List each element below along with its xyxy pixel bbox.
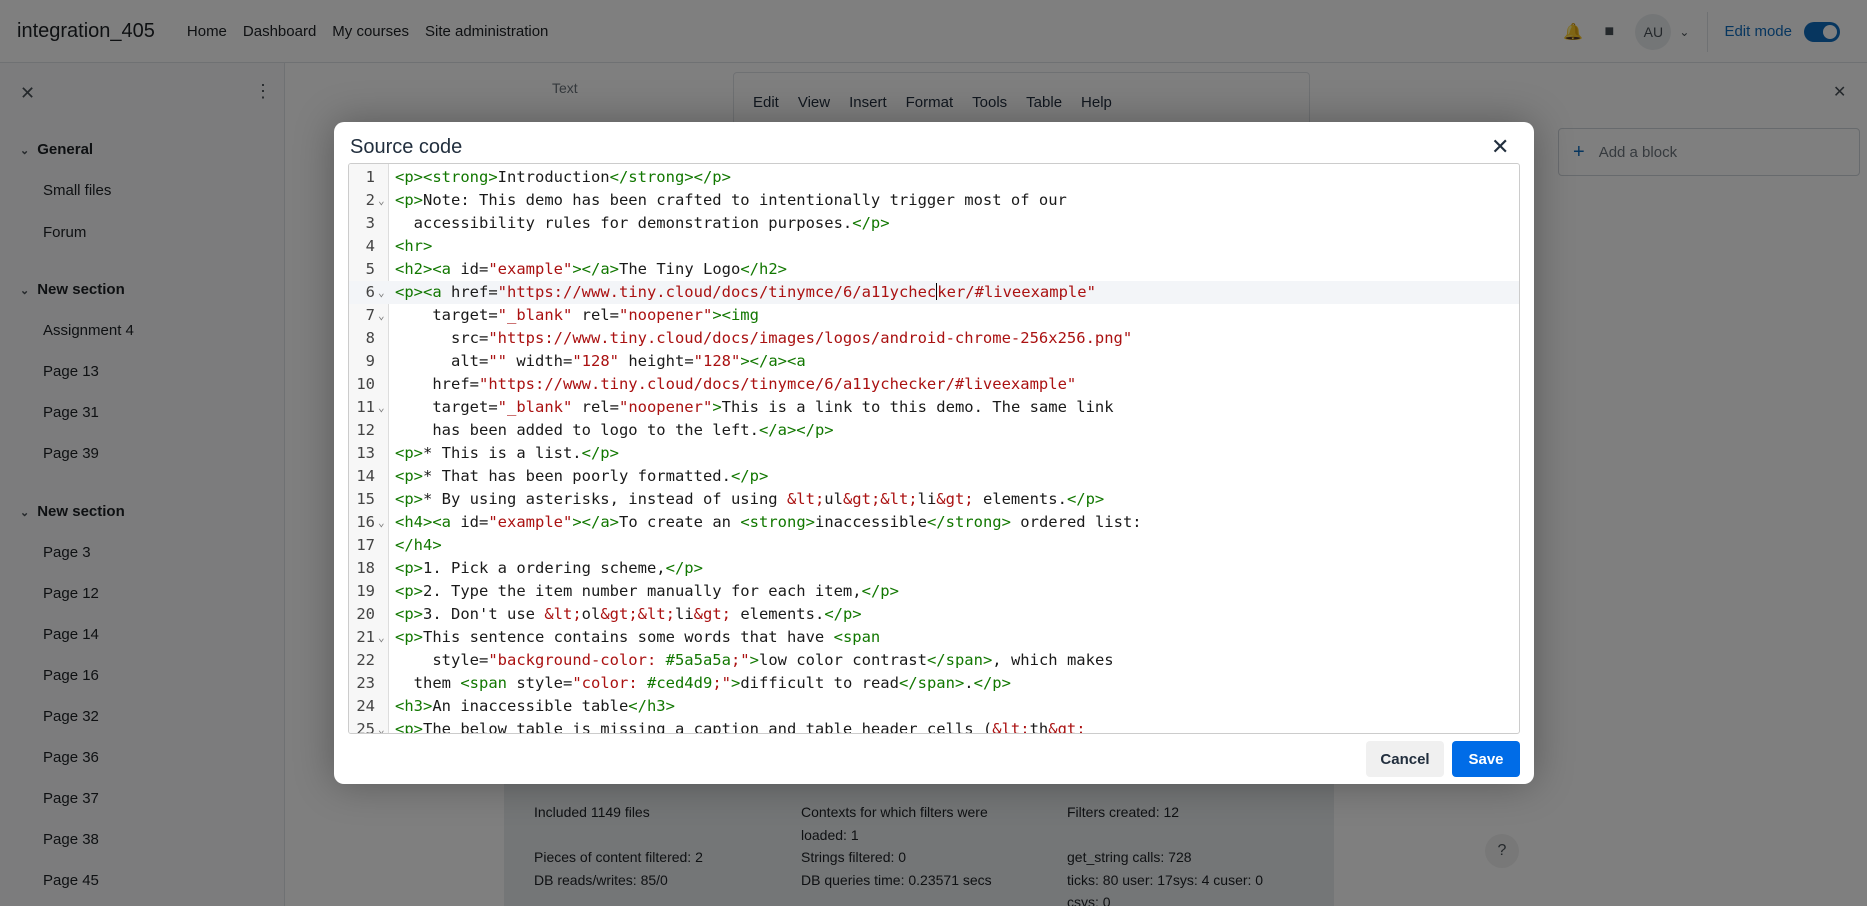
code-line: 4 <hr> <box>365 237 433 255</box>
code-line: 5 <h2><a id="example"></a>The Tiny Logo</… <box>365 260 787 278</box>
fold-arrow-icon: ⌄ <box>378 516 385 529</box>
code-line-active: 6 ⌄ <p><a href="https://www.tiny.cloud/doc… <box>349 281 1519 304</box>
code-line: 1 <p><strong>Introduction</strong></p> <box>365 168 731 186</box>
code-line: 3 accessibility rules for demonstration … <box>365 214 890 232</box>
dialog-title: Source code <box>350 136 463 158</box>
fold-arrow-icon: ⌄ <box>378 401 385 414</box>
code-line: 21 ⌄ <p>This sentence contains some words … <box>349 626 1519 649</box>
code-line: 23 them <span style="color: #ced4d9;">di… <box>356 674 1011 692</box>
code-line: 12 has been added to logo to the left.</… <box>356 421 834 439</box>
code-line: 13 <p>* This is a list.</p> <box>356 444 619 462</box>
code-line: 18 <p>1. Pick a ordering scheme,</p> <box>356 559 703 577</box>
source-code-editor[interactable]: 1 <p><strong>Introduction</strong></p> 2 ⌄… <box>348 163 1520 734</box>
code-line: 17 </h4> <box>356 536 442 554</box>
code-line: 14 <p>* That has been poorly formatted.</… <box>356 467 769 485</box>
fold-arrow-icon: ⌄ <box>378 309 385 322</box>
code-line: 10 href="https://www.tiny.cloud/docs/tin… <box>356 375 1077 393</box>
code-line: 19 <p>2. Type the item number manually fo… <box>356 582 899 600</box>
code-line: 25 ⌄ <p>The below table is missing a capti… <box>349 718 1519 734</box>
code-line: 16 ⌄ <h4><a id="example"></a>To create an … <box>349 511 1519 534</box>
code-line: 8 src="https://www.tiny.cloud/docs/image… <box>365 329 1133 347</box>
fold-arrow-icon: ⌄ <box>378 286 385 299</box>
code-line: 7 ⌄ target="_blank" rel="noopener"><img <box>349 304 1519 327</box>
code-line: 20 <p>3. Don't use &lt;ol&gt;&lt;li&gt; e… <box>356 605 862 623</box>
fold-arrow-icon: ⌄ <box>378 723 385 734</box>
close-icon[interactable]: ✕ <box>1491 134 1509 160</box>
cancel-button[interactable]: Cancel <box>1366 741 1444 777</box>
code-line: 2 ⌄ <p>Note: This demo has been crafted to… <box>349 189 1519 212</box>
code-line: 9 alt="" width="128" height="128"></a><a <box>365 352 806 370</box>
code-line: 11 ⌄ target="_blank" rel="noopener">This … <box>349 396 1519 419</box>
fold-arrow-icon: ⌄ <box>378 194 385 207</box>
code-line: 22 style="background-color: #5a5a5a;">lo… <box>356 651 1114 669</box>
code-line: 24 <h3>An inaccessible table</h3> <box>356 697 675 715</box>
save-button[interactable]: Save <box>1452 741 1520 777</box>
code-line: 15 <p>* By using asterisks, instead of us… <box>356 490 1105 508</box>
source-code-dialog: Source code ✕ 1 <p><strong>Introduction</… <box>334 122 1534 784</box>
fold-arrow-icon: ⌄ <box>378 631 385 644</box>
